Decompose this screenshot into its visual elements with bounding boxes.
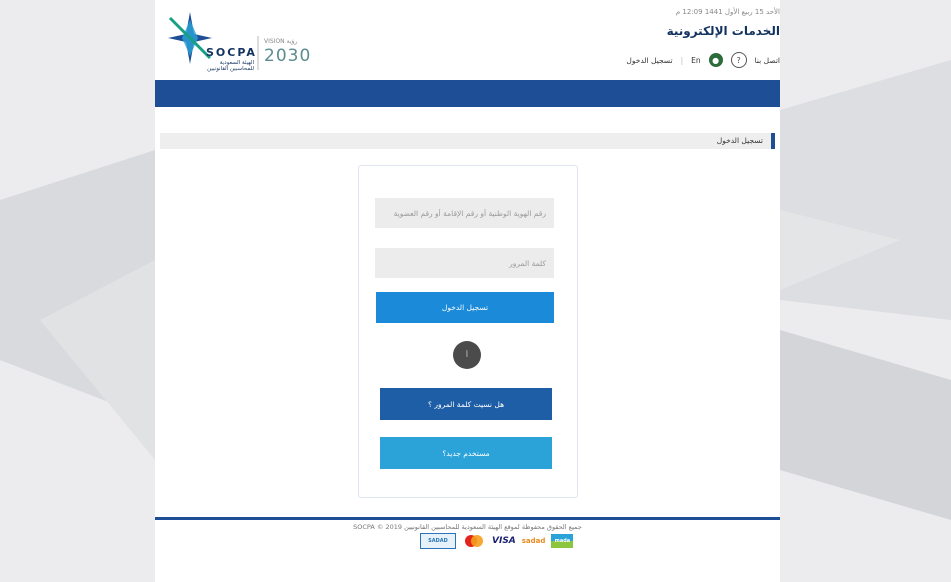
top-nav: اتصل بنا ? ● En | تسجيل الدخول [626,52,780,68]
socpa-arabic-name: الهيئة السعودية للمحاسبين القانونيين [207,60,254,72]
captcha-badge[interactable]: أ [453,341,481,369]
payment-methods: SADAD VISA sadad mada [420,533,574,549]
footer-copyright: جميع الحقوق محفوظة لموقع الهيئة السعودية… [353,523,582,531]
sadad-card-icon: SADAD [420,533,456,549]
globe-icon[interactable]: ● [708,53,723,67]
vision-2030-logo: 2030 [264,46,312,66]
page-title: تسجيل الدخول [716,136,763,145]
nav-separator: | [680,55,684,65]
page-heading-bar: تسجيل الدخول [160,133,775,149]
date-time: الأحد 15 ربيع الأول 1441 12:09 م [675,8,780,16]
vision-label: VISION رؤية [264,38,298,45]
forgot-password-button[interactable]: هل نسيت كلمة المرور ؟ [380,388,552,420]
password-input[interactable] [375,248,554,278]
login-link[interactable]: تسجيل الدخول [626,56,672,65]
help-icon[interactable]: ? [730,52,747,68]
visa-icon: VISA [492,536,516,546]
footer-divider [155,517,780,520]
language-link[interactable]: En [691,56,701,65]
socpa-logo: SOCPA الهيئة السعودية للمحاسبين القانوني… [160,8,330,78]
main-nav-bar [155,80,780,107]
login-button[interactable]: تسجيل الدخول [376,292,554,323]
new-user-button[interactable]: مستخدم جديد؟ [380,437,552,469]
mada-icon: mada [551,534,574,548]
eservices-title: الخدمات الإلكترونية [666,24,780,38]
contact-link[interactable]: اتصل بنا [755,56,780,65]
username-input[interactable] [375,198,554,228]
socpa-wordmark: SOCPA [206,46,257,59]
mastercard-icon [462,534,486,548]
sadad-logo-icon: sadad [521,537,546,545]
